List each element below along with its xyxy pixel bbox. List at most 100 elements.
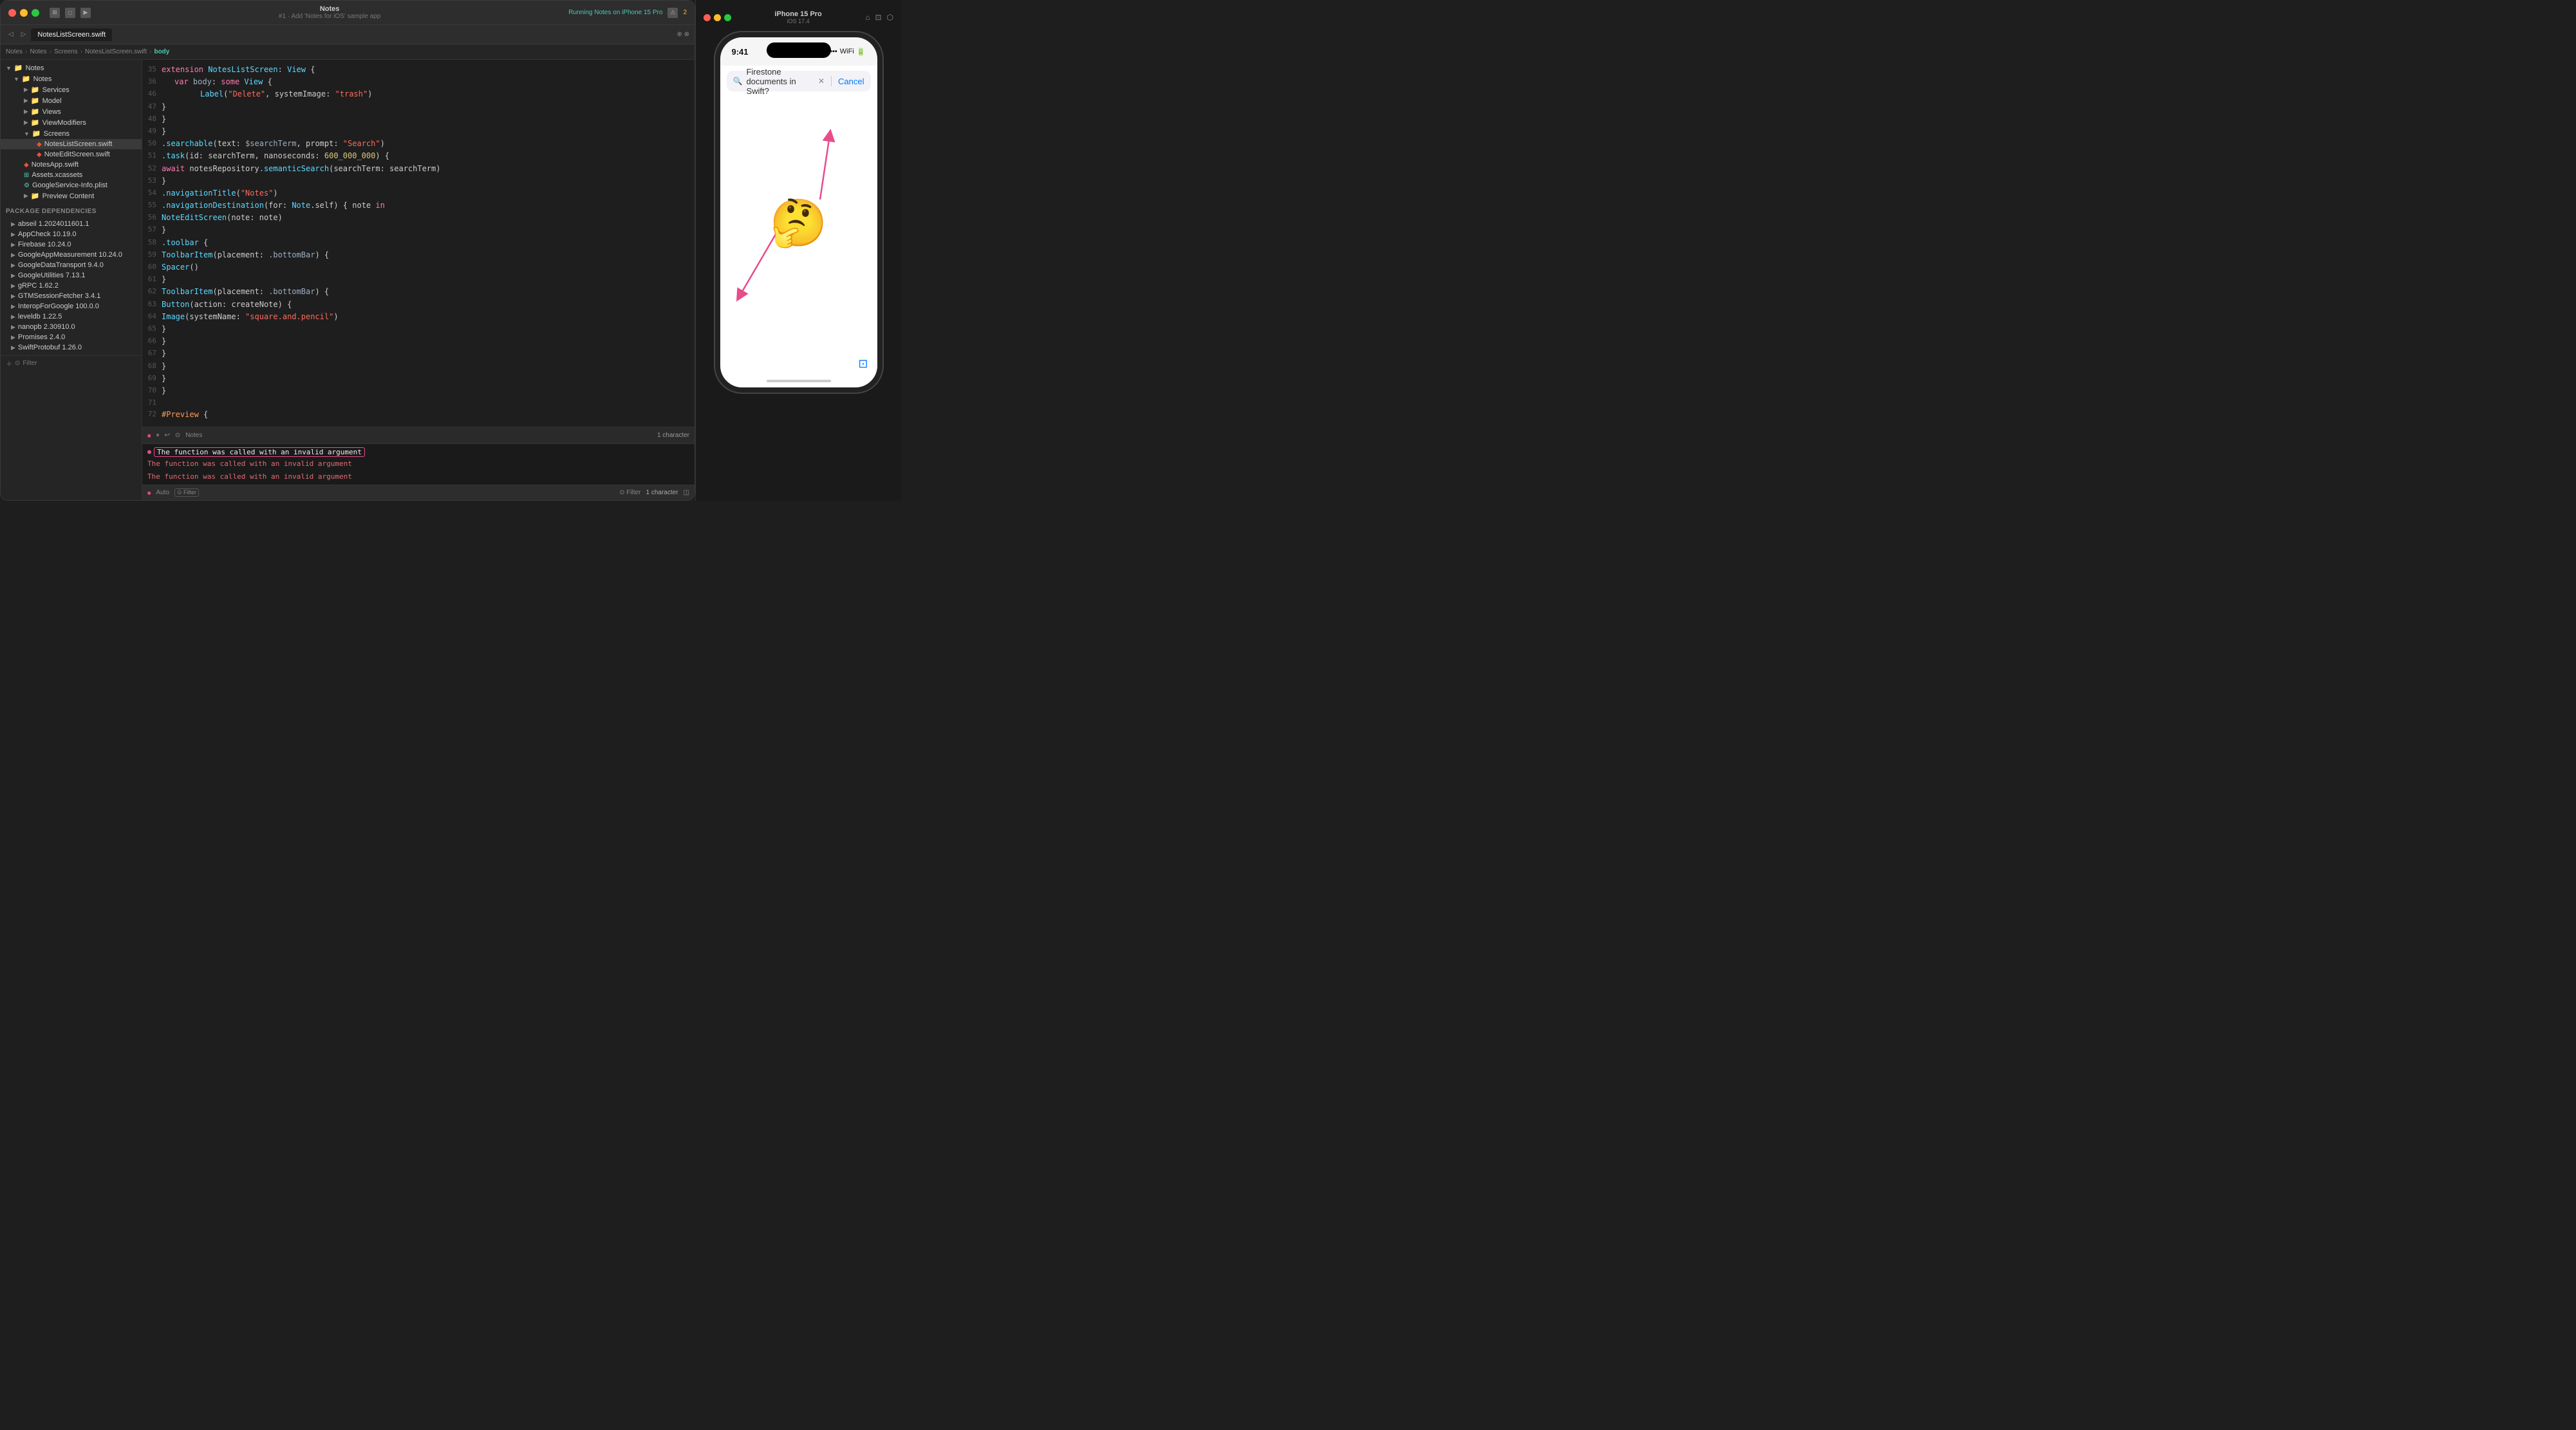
sidebar-item-noteslistscreen[interactable]: ◆ NotesListScreen.swift [1,139,142,149]
compose-icon[interactable]: ⊡ [858,357,868,371]
sidebar-item-viewmodifiers[interactable]: ▶ 📁 ViewModifiers [1,117,142,128]
iphone-traffic-lights [704,14,731,21]
pkg-gtmsession[interactable]: ▶ GTMSessionFetcher 3.4.1 [1,291,142,301]
code-line-51: 51 .task(id: searchTerm, nanoseconds: 60… [142,150,695,162]
sidebar-toggle-icon[interactable]: ⊞ [50,8,60,18]
pkg-label: GoogleAppMeasurement 10.24.0 [18,251,122,259]
add-icon[interactable]: ＋ [6,358,12,368]
breadcrumb-notes2[interactable]: Notes [30,48,46,55]
code-line-63: 63 Button(action: createNote) { [142,299,695,311]
status-bar: ■ Auto ⊙ Filter ⊙ Filter 1 character ◫ [142,485,695,500]
sidebar-item-label: ViewModifiers [42,119,86,127]
status-left: ■ Auto ⊙ Filter [147,488,199,497]
sidebar-item-label: Notes [26,64,44,72]
inspector-icon[interactable]: ◫ [684,489,689,496]
filter-btn[interactable]: ⊙ Filter [174,488,199,497]
window-subtitle: #1 · Add 'Notes for iOS' sample app [279,13,380,20]
pkg-interopforgoogle[interactable]: ▶ InteropForGoogle 100.0.0 [1,301,142,311]
pkg-label: nanopb 2.30910.0 [18,323,75,331]
pkg-swiftprotobuf[interactable]: ▶ SwiftProtobuf 1.26.0 [1,342,142,353]
pkg-abseil[interactable]: ▶ abseil 1.2024011601.1 [1,219,142,229]
search-text: Firestone documents in Swift? [746,67,814,96]
editor-right-icons: ⊕ ⊗ [677,31,689,38]
swift-file-icon: ◆ [37,151,42,158]
search-cancel-btn[interactable]: Cancel [838,77,864,86]
pkg-label: GoogleDataTransport 9.4.0 [18,261,104,269]
forward-icon[interactable]: ▷ [19,30,29,39]
code-editor[interactable]: 35 extension NotesListScreen: View { 36 … [142,60,695,427]
breadcrumb-screens[interactable]: Screens [54,48,78,55]
title-bar: ⊞ □ ▶ Notes #1 · Add 'Notes for iOS' sam… [1,1,695,25]
sidebar-item-screens[interactable]: ▼ 📁 Screens [1,128,142,139]
search-icon: 🔍 [733,77,743,86]
pkg-googleutilities[interactable]: ▶ GoogleUtilities 7.13.1 [1,270,142,281]
iphone-close-btn[interactable] [704,14,711,21]
pkg-nanopb[interactable]: ▶ nanopb 2.30910.0 [1,322,142,332]
filter-label: Filter [23,360,37,367]
pkg-label: AppCheck 10.19.0 [18,230,77,238]
folder-icon: 📁 [31,97,40,105]
code-line-57: 57 } [142,224,695,236]
sidebar-item-label: Views [42,108,61,116]
code-line-71: 71 [142,397,695,409]
sidebar-item-services[interactable]: ▶ 📁 Services [1,84,142,95]
code-line-65: 65 } [142,323,695,335]
search-clear-icon[interactable]: ✕ [818,77,825,86]
sidebar-item-preview[interactable]: ▶ 📁 Preview Content [1,190,142,201]
screenshot-icon[interactable]: ⊡ [875,13,881,22]
pkg-appcheck[interactable]: ▶ AppCheck 10.19.0 [1,229,142,239]
home-icon[interactable]: ⌂ [865,13,870,22]
pkg-promises[interactable]: ▶ Promises 2.4.0 [1,332,142,342]
pkg-firebase[interactable]: ▶ Firebase 10.24.0 [1,239,142,250]
sidebar-item-label: Preview Content [42,192,95,200]
active-tab[interactable]: NotesListScreen.swift [31,28,112,41]
step-icon[interactable]: ↩ [164,432,169,439]
rotate-icon[interactable]: ⬡ [887,13,893,22]
sidebar-item-notes-root[interactable]: ▼ 📁 Notes [1,62,142,73]
code-line-46: 46 Label("Delete", systemImage: "trash") [142,88,695,100]
code-content[interactable]: 35 extension NotesListScreen: View { 36 … [142,60,695,427]
breadcrumb-notes[interactable]: Notes [6,48,23,55]
folder-icon: 📁 [14,64,23,72]
pkg-label: GTMSessionFetcher 3.4.1 [18,292,100,300]
iphone-maximize-btn[interactable] [724,14,731,21]
iphone-section: iPhone 15 Pro iOS 17.4 ⌂ ⊡ ⬡ 9:41 ▪▪▪ Wi… [695,0,901,501]
close-button[interactable] [8,9,16,17]
window-title: Notes [320,5,340,13]
sidebar-item-notesapp[interactable]: ◆ NotesApp.swift [1,160,142,170]
window-split-icon[interactable]: □ [65,8,75,18]
sidebar-item-notes[interactable]: ▼ 📁 Notes [1,73,142,84]
code-line-64: 64 Image(systemName: "square.and.pencil"… [142,311,695,323]
sidebar-item-model[interactable]: ▶ 📁 Model [1,95,142,106]
iphone-search-bar[interactable]: 🔍 Firestone documents in Swift? ✕ Cancel [727,71,871,91]
breadcrumb-file[interactable]: NotesListScreen.swift [85,48,147,55]
pause-icon[interactable]: ⏸ [156,432,159,439]
code-line-62: 62 ToolbarItem(placement: .bottomBar) { [142,286,695,298]
maximize-button[interactable] [32,9,39,17]
pkg-grpc[interactable]: ▶ gRPC 1.62.2 [1,281,142,291]
error-icon: ● [147,449,151,456]
sidebar-item-plist[interactable]: ⚙ GoogleService-Info.plist [1,180,142,190]
status-right: ⊙ Filter 1 character ◫ [619,489,689,496]
pkg-leveldb[interactable]: ▶ leveldb 1.22.5 [1,311,142,322]
sidebar-item-noteeditscreen[interactable]: ◆ NoteEditScreen.swift [1,149,142,160]
minimize-button[interactable] [20,9,28,17]
right-filter-btn[interactable]: ⊙ Filter [619,489,640,496]
code-line-70: 70 } [142,385,695,397]
expand-arrow-icon: ▼ [24,131,30,137]
notes-label: Notes [185,432,202,439]
pkg-googlemeasurement[interactable]: ▶ GoogleAppMeasurement 10.24.0 [1,250,142,260]
code-line-56: 56 NoteEditScreen(note: note) [142,212,695,224]
filter-icon[interactable]: ⊙ [15,360,20,367]
pkg-googledatatransport[interactable]: ▶ GoogleDataTransport 9.4.0 [1,260,142,270]
divider [831,76,832,86]
breadcrumb-current[interactable]: body [154,48,169,55]
navigator-icon[interactable]: ◁ [6,30,16,39]
sidebar-item-assets[interactable]: ⊞ Assets.xcassets [1,170,142,180]
sidebar-item-views[interactable]: ▶ 📁 Views [1,106,142,117]
thinking-emoji: 🤔 [770,196,828,250]
run-button[interactable]: ▶ [80,8,91,18]
iphone-minimize-btn[interactable] [714,14,721,21]
filter-icon[interactable]: ⊙ [175,432,180,439]
error-dot-icon: ■ [147,490,151,496]
